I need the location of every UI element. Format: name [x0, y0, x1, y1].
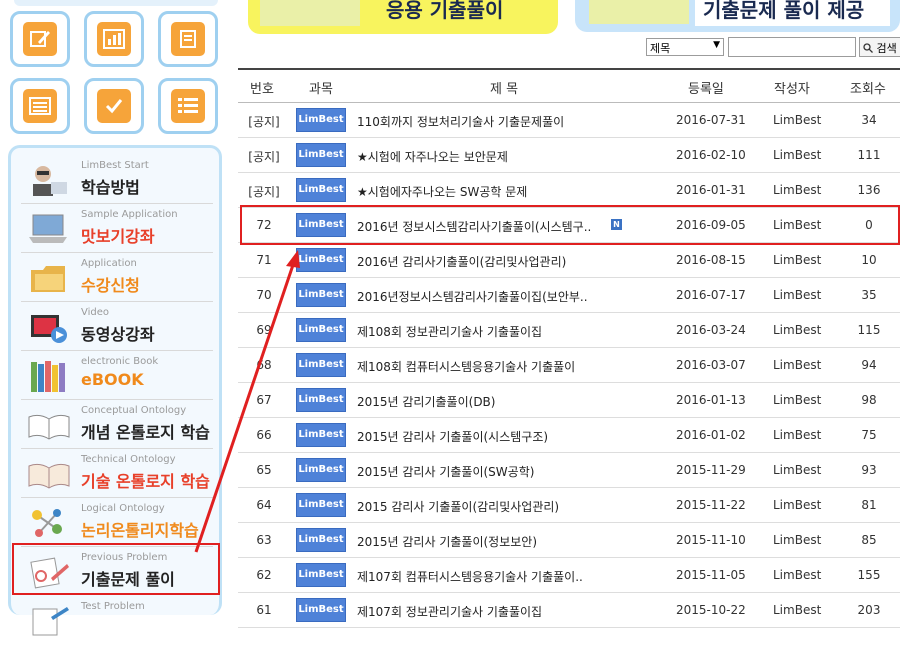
annotation-arrow: [194, 250, 300, 553]
